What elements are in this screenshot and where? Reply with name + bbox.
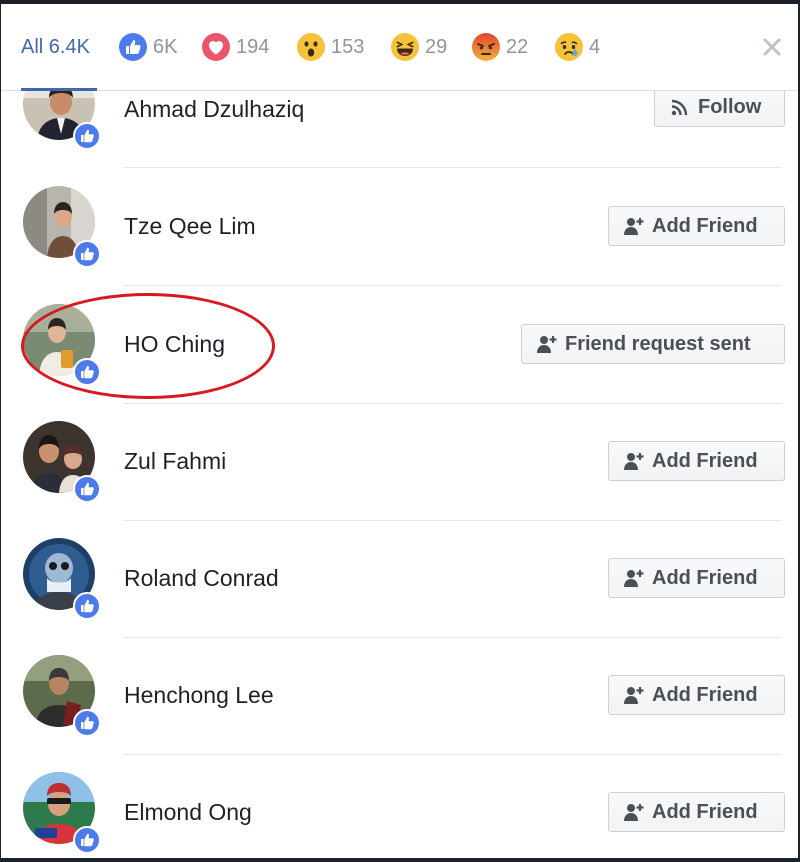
list-item: Roland Conrad Add Friend	[1, 520, 798, 638]
list-item: Tze Qee Lim Add Friend	[1, 168, 798, 286]
tab-wow[interactable]: 153	[297, 32, 364, 62]
sad-icon	[555, 33, 583, 61]
add-friend-icon	[624, 570, 644, 587]
active-tab-indicator	[21, 88, 97, 91]
list-item: Henchong Lee Add Friend	[1, 637, 798, 755]
follow-button[interactable]: Follow	[654, 87, 785, 127]
tab-wow-count: 153	[331, 35, 365, 58]
tab-love-count: 194	[236, 35, 270, 58]
tab-angry-count: 22	[506, 35, 529, 58]
person-name[interactable]: Ahmad Dzulhaziq	[124, 96, 304, 123]
friend-request-sent-button[interactable]: Friend request sent	[521, 324, 785, 364]
button-label: Add Friend	[652, 566, 758, 589]
close-icon[interactable]	[759, 34, 785, 60]
button-label: Friend request sent	[565, 332, 751, 355]
tab-sad-count: 4	[589, 35, 601, 58]
add-friend-icon	[624, 687, 644, 704]
button-label: Add Friend	[652, 800, 758, 823]
reactions-dialog: All 6.4K 6K 194 153 29 22 4 Ahmad Dzulha…	[1, 4, 798, 858]
person-name[interactable]: Roland Conrad	[124, 565, 279, 592]
tab-all[interactable]: All 6.4K	[21, 32, 90, 62]
add-friend-button[interactable]: Add Friend	[608, 675, 785, 715]
like-icon	[119, 33, 147, 61]
like-badge-icon	[73, 475, 101, 503]
button-label: Add Friend	[652, 214, 758, 237]
button-label: Add Friend	[652, 449, 758, 472]
add-friend-button[interactable]: Add Friend	[608, 792, 785, 832]
person-name[interactable]: Henchong Lee	[124, 682, 274, 709]
add-friend-icon	[624, 804, 644, 821]
tab-like[interactable]: 6K	[119, 32, 177, 62]
tab-sad[interactable]: 4	[555, 32, 600, 62]
tab-all-label: All 6.4K	[21, 35, 90, 58]
tab-haha-count: 29	[425, 35, 448, 58]
person-name[interactable]: Zul Fahmi	[124, 448, 226, 475]
like-badge-icon	[73, 122, 101, 150]
like-badge-icon	[73, 709, 101, 737]
add-friend-icon	[624, 218, 644, 235]
rss-icon	[671, 99, 688, 116]
haha-icon	[391, 33, 419, 61]
angry-icon	[472, 33, 500, 61]
like-badge-icon	[73, 826, 101, 854]
add-friend-icon	[537, 336, 557, 353]
tab-haha[interactable]: 29	[391, 32, 447, 62]
tab-love[interactable]: 194	[202, 32, 269, 62]
add-friend-button[interactable]: Add Friend	[608, 558, 785, 598]
tab-like-count: 6K	[153, 35, 178, 58]
person-name[interactable]: Tze Qee Lim	[124, 213, 256, 240]
list-item: Zul Fahmi Add Friend	[1, 403, 798, 521]
add-friend-icon	[624, 453, 644, 470]
person-name[interactable]: HO Ching	[124, 331, 225, 358]
add-friend-button[interactable]: Add Friend	[608, 441, 785, 481]
wow-icon	[297, 33, 325, 61]
add-friend-button[interactable]: Add Friend	[608, 206, 785, 246]
like-badge-icon	[73, 358, 101, 386]
button-label: Follow	[698, 95, 762, 118]
list-item: HO Ching Friend request sent	[1, 286, 798, 404]
reaction-tabs: All 6.4K 6K 194 153 29 22 4	[1, 4, 798, 91]
list-item: Elmond Ong Add Friend	[1, 754, 798, 858]
love-icon	[202, 33, 230, 61]
person-name[interactable]: Elmond Ong	[124, 799, 252, 826]
like-badge-icon	[73, 592, 101, 620]
button-label: Add Friend	[652, 683, 758, 706]
like-badge-icon	[73, 240, 101, 268]
tab-angry[interactable]: 22	[472, 32, 528, 62]
